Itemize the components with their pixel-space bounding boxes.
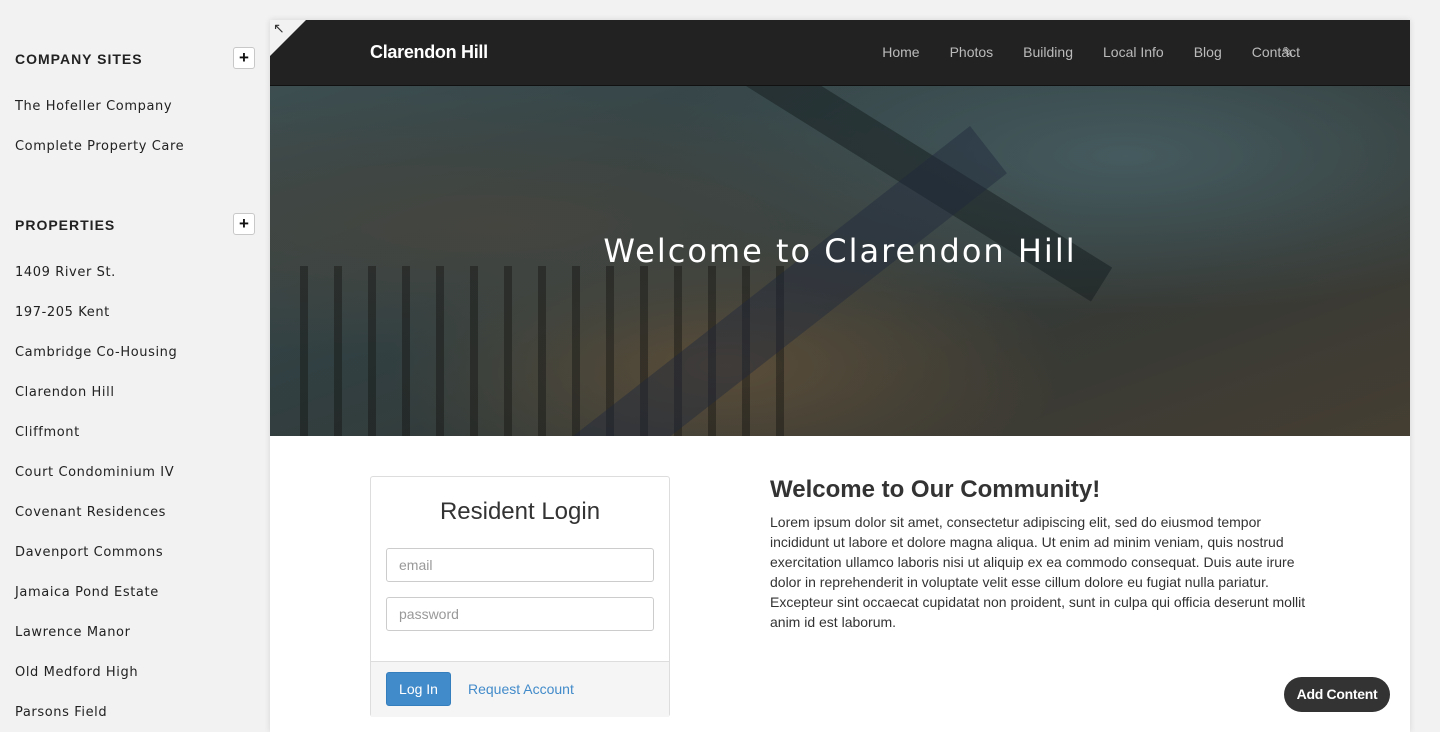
hero-banner: Welcome to Clarendon Hill xyxy=(270,86,1410,436)
add-property-button[interactable]: + xyxy=(233,213,255,235)
community-text: Lorem ipsum dolor sit amet, consectetur … xyxy=(770,514,1306,630)
community-heading: Welcome to Our Community! xyxy=(770,476,1101,503)
nav-photos[interactable]: Photos xyxy=(950,44,994,60)
sidebar-item-property[interactable]: Cliffmont xyxy=(15,425,80,440)
nav-home[interactable]: Home xyxy=(882,44,919,60)
password-field[interactable] xyxy=(386,597,654,631)
add-company-site-button[interactable]: + xyxy=(233,47,255,69)
site-preview: Clarendon Hill Home Photos Building Loca… xyxy=(270,20,1410,732)
nav-local-info[interactable]: Local Info xyxy=(1103,44,1164,60)
resident-login-panel: Resident Login Log In Request Account xyxy=(370,476,670,717)
login-footer: Log In Request Account xyxy=(371,661,669,717)
properties-header: PROPERTIES + xyxy=(15,213,255,235)
sidebar-item-property[interactable]: Old Medford High xyxy=(15,665,138,680)
sidebar-item-property[interactable]: Jamaica Pond Estate xyxy=(15,585,159,600)
properties-title: PROPERTIES xyxy=(15,217,116,233)
site-navbar: Clarendon Hill Home Photos Building Loca… xyxy=(270,20,1410,86)
login-button[interactable]: Log In xyxy=(386,672,451,706)
sidebar-item-property[interactable]: Parsons Field xyxy=(15,705,107,720)
request-account-link[interactable]: Request Account xyxy=(468,681,574,697)
email-field[interactable] xyxy=(386,548,654,582)
sidebar-item-property[interactable]: Covenant Residences xyxy=(15,505,166,520)
expand-arrow-icon[interactable]: ↖ xyxy=(273,21,285,35)
site-brand[interactable]: Clarendon Hill xyxy=(370,42,488,63)
sidebar-item-complete-property-care[interactable]: Complete Property Care xyxy=(15,139,184,154)
company-sites-title: COMPANY SITES xyxy=(15,51,143,67)
login-title: Resident Login xyxy=(439,498,601,525)
sidebar-item-property[interactable]: 1409 River St. xyxy=(15,265,116,280)
sidebar-item-property[interactable]: Court Condominium IV xyxy=(15,465,174,480)
sidebar: COMPANY SITES + The Hofeller Company Com… xyxy=(0,0,270,732)
pencil-icon[interactable]: ✎ xyxy=(1282,44,1294,61)
sidebar-item-hofeller-company[interactable]: The Hofeller Company xyxy=(15,99,172,114)
company-sites-header: COMPANY SITES + xyxy=(15,47,255,69)
nav-building[interactable]: Building xyxy=(1023,44,1073,60)
sidebar-item-property[interactable]: 197-205 Kent xyxy=(15,305,110,320)
sidebar-item-property[interactable]: Cambridge Co-Housing xyxy=(15,345,177,360)
sidebar-item-property[interactable]: Clarendon Hill xyxy=(15,385,115,400)
site-nav: Home Photos Building Local Info Blog Con… xyxy=(882,44,1300,60)
hero-title: Welcome to Clarendon Hill xyxy=(603,232,1077,270)
nav-blog[interactable]: Blog xyxy=(1194,44,1222,60)
sidebar-item-property[interactable]: Davenport Commons xyxy=(15,545,163,560)
add-content-button[interactable]: Add Content xyxy=(1284,677,1390,712)
sidebar-item-property[interactable]: Lawrence Manor xyxy=(15,625,131,640)
